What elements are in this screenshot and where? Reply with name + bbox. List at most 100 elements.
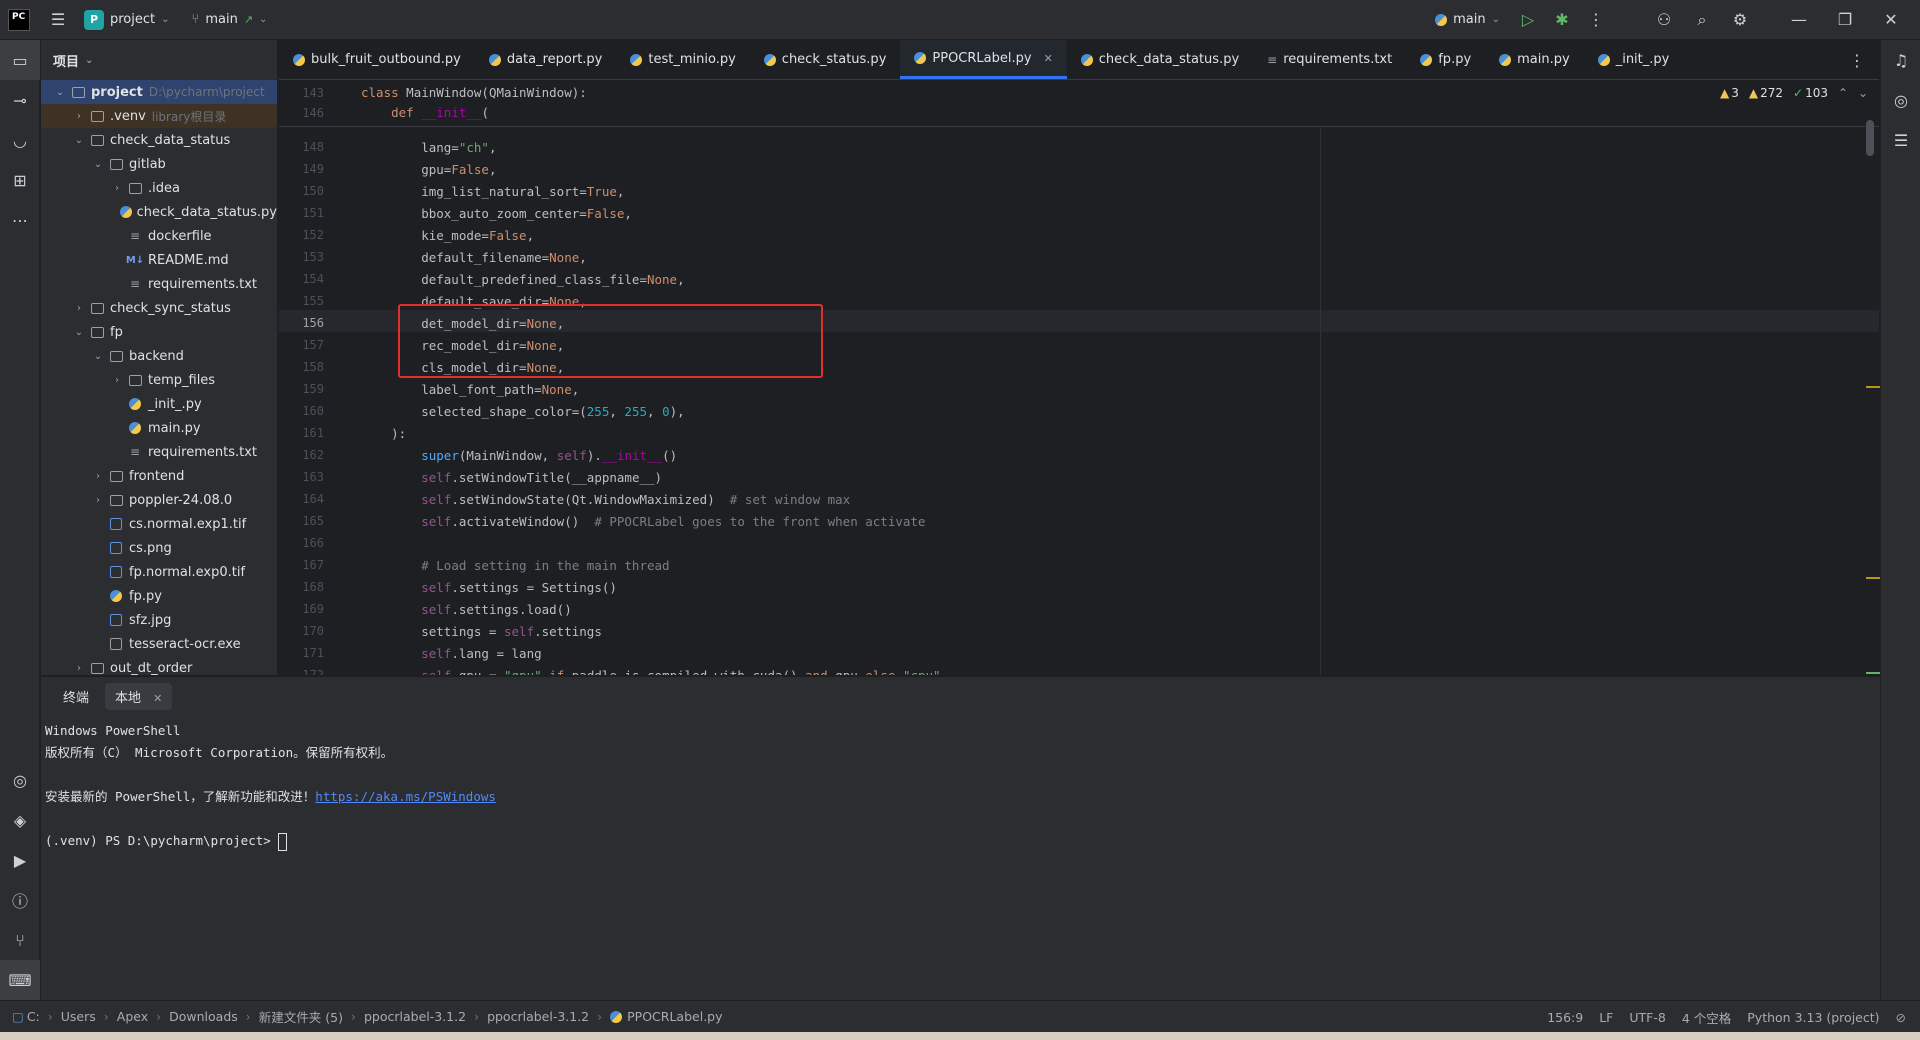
tree-item[interactable]: main.py (41, 416, 277, 440)
tree-item[interactable]: ≡ requirements.txt (41, 440, 277, 464)
editor-tab[interactable]: data_report.py (475, 40, 617, 79)
git-icon[interactable]: ⑂ (0, 920, 40, 960)
chevron-up-icon[interactable]: ⌃ (1838, 86, 1848, 100)
code-line[interactable]: self.setWindowState(Qt.WindowMaximized) … (361, 489, 850, 511)
python-console-icon[interactable]: ◎ (0, 760, 40, 800)
restore-window-icon[interactable]: ❐ (1822, 6, 1868, 34)
lock-icon[interactable]: ⊘ (1896, 1010, 1906, 1025)
file-encoding[interactable]: UTF-8 (1629, 1010, 1665, 1025)
code-line[interactable]: kie_mode=False, (361, 225, 534, 247)
code-line[interactable]: self.setWindowTitle(__appname__) (361, 467, 662, 489)
branch-selector[interactable]: ⑂ main ↗ ⌄ (192, 12, 268, 27)
breadcrumb-item[interactable]: Downloads (169, 1009, 238, 1024)
tree-item[interactable]: tesseract-ocr.exe (41, 632, 277, 656)
warning-marker[interactable] (1866, 386, 1880, 388)
terminal-output[interactable]: Windows PowerShell 版权所有（C） Microsoft Cor… (41, 716, 1880, 1000)
layers-icon[interactable]: ◈ (0, 800, 40, 840)
tree-item[interactable]: ⌄ fp (41, 320, 277, 344)
services-icon[interactable]: ▶ (0, 840, 40, 880)
caret-position[interactable]: 156:9 (1547, 1010, 1583, 1025)
tree-item[interactable]: › frontend (41, 464, 277, 488)
breadcrumb-item[interactable]: Users (61, 1009, 96, 1024)
minimize-icon[interactable]: — (1776, 6, 1822, 34)
chevron-right-icon[interactable]: › (72, 303, 86, 314)
ai-assistant-icon[interactable]: ◎ (1881, 80, 1920, 120)
tree-item[interactable]: › .venv library根目录 (41, 104, 277, 128)
chevron-down-icon[interactable]: ⌄ (72, 327, 86, 338)
breadcrumb-item[interactable]: 新建文件夹 (5) (259, 1007, 343, 1026)
code-line[interactable]: bbox_auto_zoom_center=False, (361, 203, 632, 225)
powershell-link[interactable]: https://aka.ms/PSWindows (315, 789, 496, 804)
chevron-right-icon[interactable]: › (72, 111, 86, 122)
tree-item[interactable]: fp.normal.exp0.tif (41, 560, 277, 584)
tree-item[interactable]: ≡ dockerfile (41, 224, 277, 248)
more-tools-icon[interactable]: ⋯ (0, 200, 40, 240)
python-interpreter[interactable]: Python 3.13 (project) (1747, 1010, 1879, 1025)
code-line[interactable]: super(MainWindow, self).__init__() (361, 445, 677, 467)
commit-icon[interactable]: ⊸ (0, 80, 40, 120)
chevron-down-icon[interactable]: ⌄ (91, 159, 105, 170)
close-tab-icon[interactable]: ✕ (1044, 52, 1053, 65)
code-line[interactable]: default_filename=None, (361, 247, 587, 269)
chevron-down-icon[interactable]: ⌄ (53, 87, 67, 98)
terminal-icon[interactable]: ⌨ (0, 960, 40, 1000)
change-marker[interactable] (1866, 672, 1880, 674)
line-ending[interactable]: LF (1599, 1010, 1613, 1025)
code-line[interactable]: selected_shape_color=(255, 255, 0), (361, 401, 684, 423)
code-line[interactable]: gpu=False, (361, 159, 496, 181)
editor-tab[interactable]: _init_.py (1584, 40, 1684, 79)
tree-item[interactable]: ⌄ backend (41, 344, 277, 368)
chevron-right-icon[interactable]: › (72, 663, 86, 674)
editor-tab[interactable]: check_data_status.py (1067, 40, 1253, 79)
notifications-bell-icon[interactable]: ♫ (1881, 40, 1920, 80)
chevron-right-icon[interactable]: › (91, 471, 105, 482)
tree-item[interactable]: ⌄ gitlab (41, 152, 277, 176)
tree-item[interactable]: ⌄ project D:\pycharm\project (41, 80, 277, 104)
tree-item[interactable]: cs.normal.exp1.tif (41, 512, 277, 536)
tree-item[interactable]: cs.png (41, 536, 277, 560)
code-line[interactable]: self.gpu = "gpu" if paddle.is_compiled_w… (361, 665, 940, 675)
tree-item[interactable]: › poppler-24.08.0 (41, 488, 277, 512)
editor-tab[interactable]: test_minio.py (616, 40, 749, 79)
main-menu-icon[interactable]: ☰ (44, 6, 72, 34)
editor-tab[interactable]: main.py (1485, 40, 1584, 79)
code-line[interactable]: # Load setting in the main thread (361, 555, 669, 577)
run-config-selector[interactable]: main ⌄ (1435, 12, 1500, 27)
code-line[interactable]: self.lang = lang (361, 643, 541, 665)
tab-options-icon[interactable]: ⋮ (1843, 46, 1871, 74)
code-line[interactable]: label_font_path=None, (361, 379, 579, 401)
terminal-session-tab[interactable]: 本地 ✕ (105, 683, 173, 710)
structure-icon[interactable]: ⊞ (0, 160, 40, 200)
tree-item[interactable]: ⌄ check_data_status (41, 128, 277, 152)
code-line[interactable]: ): (361, 423, 406, 445)
add-user-icon[interactable]: ⚇ (1650, 6, 1678, 34)
editor-tab[interactable]: check_status.py (750, 40, 901, 79)
project-selector[interactable]: P project ⌄ (84, 9, 170, 30)
code-line[interactable]: self.activateWindow() # PPOCRLabel goes … (361, 511, 925, 533)
editor-scrollbar[interactable] (1866, 120, 1874, 156)
chevron-right-icon[interactable]: › (110, 375, 124, 386)
tree-item[interactable]: › .idea (41, 176, 277, 200)
code-line[interactable]: default_predefined_class_file=None, (361, 269, 684, 291)
breadcrumb-item[interactable]: ppocrlabel-3.1.2 (487, 1009, 589, 1024)
editor-tab[interactable]: bulk_fruit_outbound.py (279, 40, 475, 79)
project-panel-header[interactable]: 项目 ⌄ (41, 40, 277, 80)
close-icon[interactable]: ✕ (153, 692, 162, 705)
editor-tab[interactable]: PPOCRLabel.py ✕ (900, 40, 1067, 79)
indent-setting[interactable]: 4 个空格 (1682, 1008, 1731, 1027)
pull-requests-icon[interactable]: ◡ (0, 120, 40, 160)
inspection-indicators[interactable]: ▲ 3 ▲ 272 ✓ 103 ⌃ ⌄ (1720, 86, 1868, 100)
breadcrumb-item[interactable]: PPOCRLabel.py (627, 1009, 722, 1024)
tree-item[interactable]: sfz.jpg (41, 608, 277, 632)
problems-icon[interactable]: ⓘ (0, 880, 40, 920)
breadcrumb-item[interactable]: ppocrlabel-3.1.2 (364, 1009, 466, 1024)
tree-item[interactable]: ≡ requirements.txt (41, 272, 277, 296)
tree-item[interactable]: M↓ README.md (41, 248, 277, 272)
sticky-code-line[interactable]: def __init__( (361, 103, 489, 123)
editor-tab[interactable]: fp.py (1406, 40, 1485, 79)
chevron-right-icon[interactable]: › (91, 495, 105, 506)
code-line[interactable]: self.settings.load() (361, 599, 572, 621)
code-line[interactable]: self.settings = Settings() (361, 577, 617, 599)
code-line[interactable]: settings = self.settings (361, 621, 602, 643)
close-window-icon[interactable]: ✕ (1868, 6, 1914, 34)
